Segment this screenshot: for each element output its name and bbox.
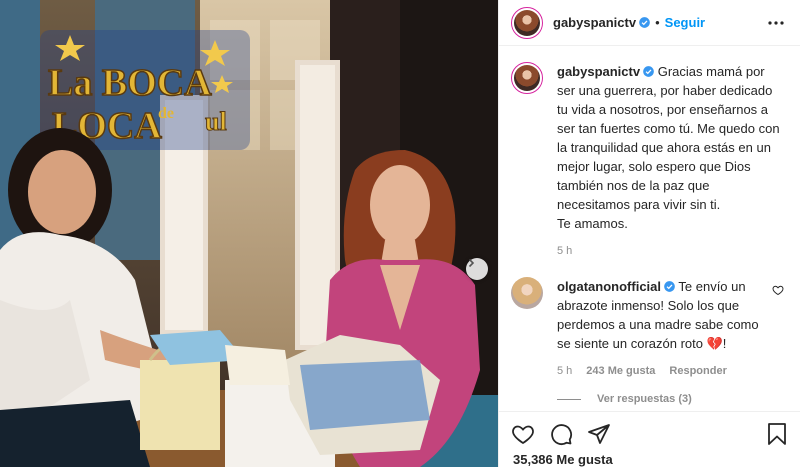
caption-text-closing: Te amamos.	[557, 216, 628, 231]
like-comment-button[interactable]	[772, 283, 784, 353]
comment-text-block: olgatanonofficial Te envío un abrazote i…	[557, 277, 772, 353]
comment-timestamp[interactable]: 5 h	[557, 365, 572, 377]
caption-text-block: gabyspanictv Gracias mamá por ser una gu…	[557, 62, 784, 233]
svg-text:de: de	[158, 105, 174, 122]
follow-button[interactable]: Seguir	[665, 15, 705, 30]
caption: gabyspanictv Gracias mamá por ser una gu…	[511, 62, 784, 233]
comments-section: gabyspanictv Gracias mamá por ser una gu…	[499, 46, 800, 406]
verified-badge-icon	[643, 66, 654, 77]
next-slide-button[interactable]	[466, 258, 488, 280]
chevron-right-icon	[468, 258, 475, 268]
comment-likes[interactable]: 243 Me gusta	[586, 365, 655, 377]
save-button[interactable]	[765, 422, 789, 446]
view-replies-button[interactable]: Ver respuestas (3)	[557, 393, 784, 405]
like-button[interactable]	[511, 422, 535, 446]
caption-username[interactable]: gabyspanictv	[557, 64, 640, 79]
share-icon	[588, 424, 610, 444]
post-sidebar: gabyspanictv • Seguir gabyspanictv Graci…	[498, 0, 800, 467]
separator-dot: •	[655, 15, 660, 30]
verified-badge-icon	[639, 17, 650, 28]
share-button[interactable]	[587, 422, 611, 446]
comment-username[interactable]: olgatanonofficial	[557, 279, 661, 294]
caption-meta: 5 h	[557, 245, 784, 257]
replies-divider-line	[557, 398, 581, 400]
heart-icon	[512, 425, 534, 445]
bookmark-icon	[768, 423, 786, 445]
more-horizontal-icon	[768, 20, 784, 25]
comment-button[interactable]	[549, 422, 573, 446]
post-actions: 35,386 Me gusta	[499, 411, 800, 467]
caption-text: Gracias mamá por ser una guerrera, por h…	[557, 64, 780, 212]
post-photo[interactable]: La BOCA LOCA de ul	[0, 0, 498, 467]
verified-badge-icon	[664, 281, 675, 292]
reply-button[interactable]: Responder	[669, 365, 726, 377]
more-options-button[interactable]	[766, 13, 786, 33]
comment-meta: 5 h 243 Me gusta Responder	[557, 365, 784, 377]
comment-icon	[551, 424, 573, 446]
svg-text:La BOCA: La BOCA	[48, 62, 212, 104]
photo-illustration: La BOCA LOCA de ul	[0, 0, 498, 467]
comment: olgatanonofficial Te envío un abrazote i…	[511, 277, 784, 353]
view-replies-label: Ver respuestas (3)	[597, 393, 692, 405]
post-author-username[interactable]: gabyspanictv	[553, 15, 636, 30]
post-header: gabyspanictv • Seguir	[499, 0, 800, 46]
avatar[interactable]	[511, 62, 543, 94]
svg-text:ul: ul	[205, 107, 227, 136]
avatar[interactable]	[511, 6, 543, 39]
like-count[interactable]: 35,386 Me gusta	[511, 452, 789, 467]
caption-timestamp[interactable]: 5 h	[557, 245, 572, 257]
heart-icon	[772, 285, 784, 296]
avatar[interactable]	[511, 277, 543, 309]
